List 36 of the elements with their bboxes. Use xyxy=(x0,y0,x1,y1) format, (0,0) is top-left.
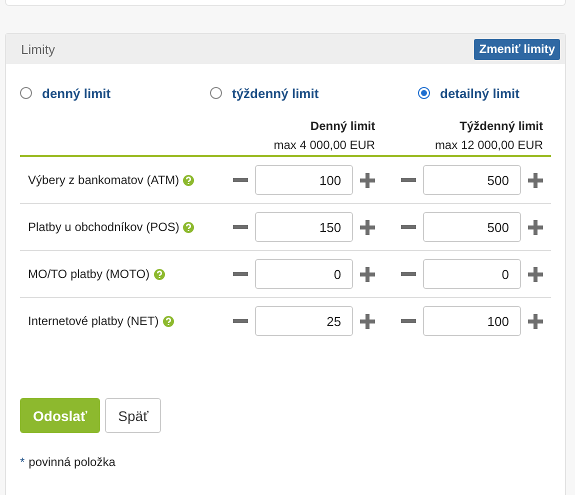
limit-type-radio[interactable]: týždenný limit xyxy=(210,78,319,108)
column-header: Denný limit xyxy=(309,118,376,135)
limit-input[interactable]: 0 xyxy=(423,259,521,289)
plus-icon[interactable] xyxy=(360,266,376,282)
plus-icon[interactable] xyxy=(528,172,543,188)
limit-input[interactable]: 0 xyxy=(255,259,354,289)
minus-icon[interactable] xyxy=(233,178,248,182)
plus-icon[interactable] xyxy=(528,220,543,234)
plus-icon[interactable] xyxy=(360,314,376,328)
limit-input[interactable]: 500 xyxy=(423,165,521,195)
limit-label: Platby u obchodníkov (POS) xyxy=(28,220,180,234)
limit-type-radio[interactable]: denný limit xyxy=(20,78,111,108)
back-button[interactable]: Späť xyxy=(105,398,162,433)
plus-icon[interactable] xyxy=(528,266,543,282)
minus-icon[interactable] xyxy=(233,319,248,323)
panel-title: Limity xyxy=(21,42,55,56)
plus-icon[interactable] xyxy=(360,172,376,188)
limit-input[interactable]: 150 xyxy=(255,212,354,242)
column-max-amount: max 4 000,00 EUR xyxy=(272,137,376,154)
plus-icon[interactable] xyxy=(360,220,376,234)
column-max-amount: max 12 000,00 EUR xyxy=(434,137,543,154)
limit-label: MO/TO platby (MOTO) xyxy=(28,267,150,281)
minus-icon[interactable] xyxy=(233,272,248,276)
column-header: Týždenný limit xyxy=(458,118,543,135)
limit-input[interactable]: 100 xyxy=(255,165,354,195)
plus-icon[interactable] xyxy=(528,314,543,328)
limit-input[interactable]: 100 xyxy=(423,306,521,336)
change-limits-button[interactable]: Zmeniť limity xyxy=(474,38,560,60)
minus-icon[interactable] xyxy=(233,225,248,229)
limit-input[interactable]: 500 xyxy=(423,212,521,242)
limit-label: Výbery z bankomatov (ATM) xyxy=(28,173,180,187)
required-note: povinná položka xyxy=(28,455,116,469)
limit-type-radio[interactable]: detailný limit xyxy=(418,78,520,108)
limit-input[interactable]: 25 xyxy=(255,306,354,336)
required-mark: * xyxy=(20,455,25,469)
limit-label: Internetové platby (NET) xyxy=(28,314,159,328)
